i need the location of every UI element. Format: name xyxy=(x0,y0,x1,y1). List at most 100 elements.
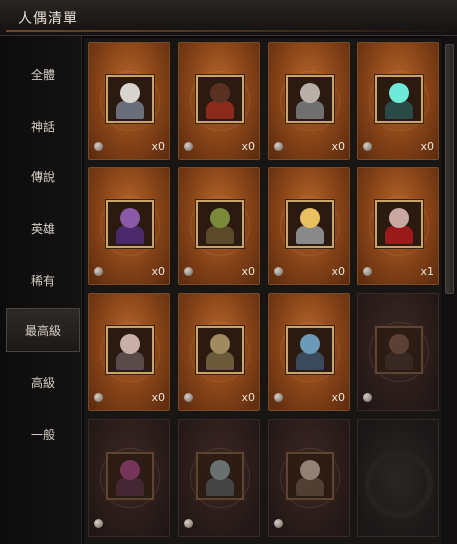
sidebar-item-supreme[interactable]: 最高級 xyxy=(6,308,80,352)
gem-icon xyxy=(94,142,103,151)
portrait-body xyxy=(116,352,144,370)
portrait-head xyxy=(210,83,230,103)
window-title: 人偶清單 xyxy=(18,11,78,27)
gem-icon xyxy=(94,519,103,528)
category-sidebar: 全體 神話 傳說 英雄 稀有 最高級 高級 一般 xyxy=(0,36,82,544)
portrait-body xyxy=(116,226,144,244)
doll-card[interactable] xyxy=(357,419,439,537)
doll-card[interactable] xyxy=(357,293,439,411)
armored-minotaur-portrait xyxy=(286,75,334,123)
portrait-body xyxy=(296,478,324,496)
portrait-head xyxy=(210,208,230,228)
gem-icon xyxy=(363,142,372,151)
card-count: x0 xyxy=(420,140,434,153)
card-count: x0 xyxy=(151,391,165,404)
portrait-body xyxy=(206,226,234,244)
portrait-body xyxy=(116,478,144,496)
portrait-body xyxy=(296,352,324,370)
golden-knight-portrait xyxy=(286,200,334,248)
sidebar-item-rare[interactable]: 稀有 xyxy=(6,258,80,302)
gem-icon xyxy=(94,393,103,402)
gem-icon xyxy=(274,267,283,276)
gem-icon xyxy=(363,267,372,276)
title-divider xyxy=(6,30,451,32)
blue-armor-portrait xyxy=(286,326,334,374)
portrait-head xyxy=(120,460,140,480)
doll-card[interactable]: x0 xyxy=(268,42,350,160)
card-count: x0 xyxy=(331,140,345,153)
gem-icon xyxy=(184,393,193,402)
portrait-head xyxy=(300,460,320,480)
bronze-golem-portrait xyxy=(196,326,244,374)
white-haired-knight-portrait xyxy=(106,75,154,123)
card-count: x0 xyxy=(331,391,345,404)
witch-hat-portrait xyxy=(106,200,154,248)
portrait-head xyxy=(300,334,320,354)
doll-card[interactable]: x1 xyxy=(357,167,439,285)
sidebar-item-advanced[interactable]: 高級 xyxy=(6,360,80,404)
dark-mage-portrait xyxy=(196,75,244,123)
sidebar-item-heroic[interactable]: 英雄 xyxy=(6,206,80,250)
sidebar-item-common[interactable]: 一般 xyxy=(6,412,80,456)
card-emblem-decoration xyxy=(365,450,433,518)
sidebar-item-mythic[interactable]: 神話 xyxy=(6,104,80,148)
doll-card[interactable]: x0 xyxy=(178,293,260,411)
crystal-orb-portrait xyxy=(375,75,423,123)
card-count: x0 xyxy=(241,140,255,153)
red-sorcerer-portrait xyxy=(375,200,423,248)
portrait-body xyxy=(296,101,324,119)
demon-portrait xyxy=(106,452,154,500)
portrait-body xyxy=(385,226,413,244)
gem-icon xyxy=(274,142,283,151)
portrait-head xyxy=(389,208,409,228)
portrait-body xyxy=(206,352,234,370)
doll-card[interactable]: x0 xyxy=(88,293,170,411)
portrait-body xyxy=(206,478,234,496)
doll-card[interactable] xyxy=(268,419,350,537)
doll-card[interactable]: x0 xyxy=(88,42,170,160)
title-bar: 人偶清單 xyxy=(0,0,457,36)
dark-warrior-portrait xyxy=(375,326,423,374)
elf-warrior-portrait xyxy=(106,326,154,374)
portrait-head xyxy=(120,208,140,228)
sidebar-item-all[interactable]: 全體 xyxy=(6,52,80,96)
beast-portrait xyxy=(286,452,334,500)
gem-icon xyxy=(363,393,372,402)
portrait-body xyxy=(116,101,144,119)
portrait-body xyxy=(385,352,413,370)
gem-icon xyxy=(274,393,283,402)
card-count: x0 xyxy=(151,140,165,153)
portrait-body xyxy=(296,226,324,244)
gem-icon xyxy=(184,267,193,276)
card-count: x0 xyxy=(331,265,345,278)
card-count: x1 xyxy=(420,265,434,278)
scrollbar-thumb[interactable] xyxy=(445,44,454,294)
goblin-warrior-portrait xyxy=(196,200,244,248)
scrollbar[interactable] xyxy=(443,36,457,544)
card-count: x0 xyxy=(241,265,255,278)
gem-icon xyxy=(274,519,283,528)
portrait-head xyxy=(300,208,320,228)
portrait-head xyxy=(389,83,409,103)
doll-card[interactable]: x0 xyxy=(178,42,260,160)
card-count: x0 xyxy=(241,391,255,404)
doll-card[interactable]: x0 xyxy=(178,167,260,285)
portrait-head xyxy=(120,83,140,103)
gem-icon xyxy=(184,519,193,528)
portrait-head xyxy=(120,334,140,354)
doll-card[interactable]: x0 xyxy=(268,293,350,411)
portrait-head xyxy=(210,460,230,480)
gem-icon xyxy=(184,142,193,151)
gem-icon xyxy=(94,267,103,276)
portrait-head xyxy=(389,334,409,354)
sidebar-item-legendary[interactable]: 傳說 xyxy=(6,154,80,198)
portrait-body xyxy=(385,101,413,119)
doll-card[interactable]: x0 xyxy=(268,167,350,285)
portrait-body xyxy=(206,101,234,119)
doll-card[interactable]: x0 xyxy=(88,167,170,285)
doll-card[interactable]: x0 xyxy=(357,42,439,160)
doll-card[interactable] xyxy=(178,419,260,537)
portrait-head xyxy=(300,83,320,103)
doll-card[interactable] xyxy=(88,419,170,537)
card-count: x0 xyxy=(151,265,165,278)
